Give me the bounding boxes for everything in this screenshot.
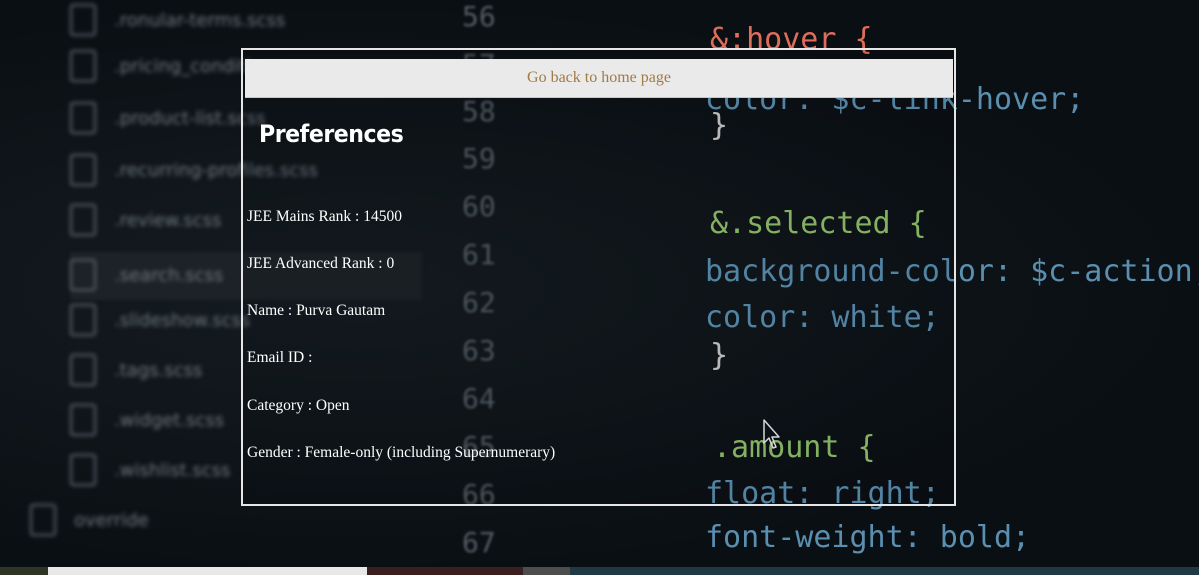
file-item: .product-list.scss xyxy=(70,98,266,138)
preferences-panel: Go back to home page Preferences JEE Mai… xyxy=(241,48,956,506)
line-number: 67 xyxy=(462,526,496,559)
email-id: Email ID : xyxy=(247,349,313,366)
line-number: 56 xyxy=(462,0,496,33)
category: Category : Open xyxy=(247,397,350,414)
page-title: Preferences xyxy=(259,120,404,148)
file-icon xyxy=(70,404,96,436)
jee-mains-rank: JEE Mains Rank : 14500 xyxy=(247,208,402,225)
mouse-cursor-icon xyxy=(763,419,780,449)
file-icon xyxy=(70,454,96,486)
file-item: .ronular-terms.scss xyxy=(70,0,285,40)
file-icon xyxy=(70,304,96,336)
folder-icon xyxy=(30,504,56,536)
file-item: .slideshow.scss xyxy=(70,300,250,340)
file-icon xyxy=(70,4,96,36)
file-item: .tags.scss xyxy=(70,350,202,390)
folder-item: override xyxy=(30,500,149,540)
file-item: .search.scss xyxy=(70,255,223,295)
student-name: Name : Purva Gautam xyxy=(247,302,386,319)
gender: Gender : Female-only (including Supernum… xyxy=(247,444,556,461)
file-icon xyxy=(70,259,96,291)
file-item: .wishlist.scss xyxy=(70,450,230,490)
file-icon xyxy=(70,204,96,236)
jee-advanced-rank: JEE Advanced Rank : 0 xyxy=(247,255,395,272)
file-icon xyxy=(70,102,96,134)
taskbar-strip xyxy=(0,567,1199,575)
file-item: .widget.scss xyxy=(70,400,224,440)
file-item: .review.scss xyxy=(70,200,221,240)
file-icon xyxy=(70,50,96,82)
code-line: font-weight: bold; xyxy=(705,520,1031,555)
file-icon xyxy=(70,354,96,386)
file-icon xyxy=(70,154,96,186)
home-page-link[interactable]: Go back to home page xyxy=(245,59,953,98)
